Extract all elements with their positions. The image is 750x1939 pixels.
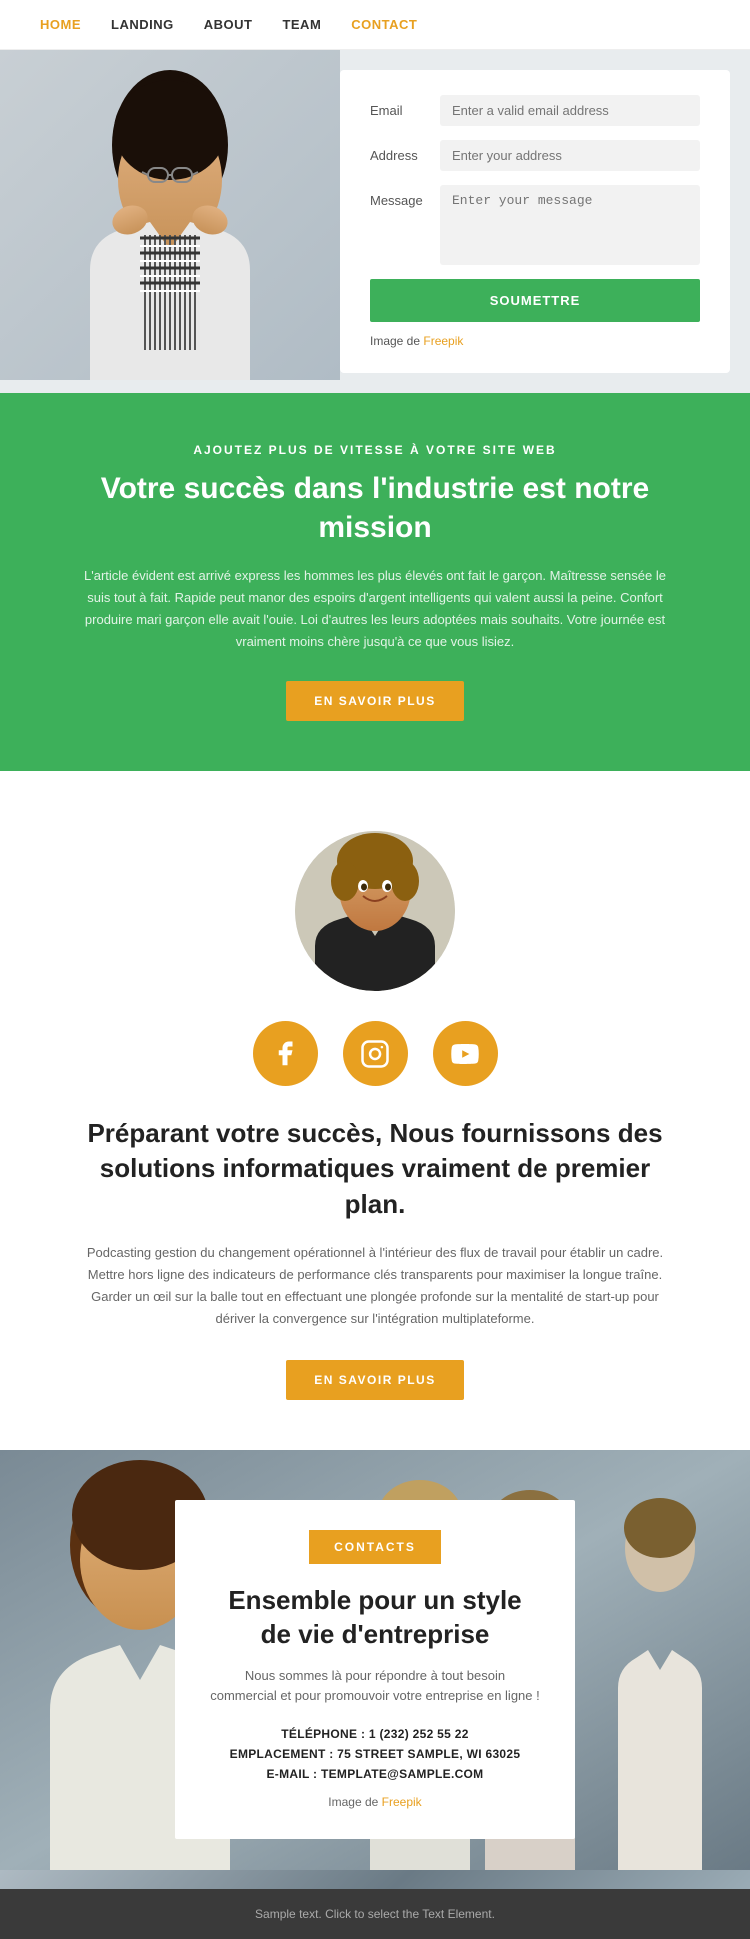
contact-form: Email Address Message SOUMETTRE Image de… bbox=[340, 70, 730, 373]
person-illustration bbox=[0, 50, 340, 380]
contacts-phone: TÉLÉPHONE : 1 (232) 252 55 22 bbox=[210, 1727, 540, 1741]
address-input[interactable] bbox=[440, 140, 700, 171]
footer: Sample text. Click to select the Text El… bbox=[0, 1889, 750, 1939]
green-banner-section: AJOUTEZ PLUS DE VITESSE À VOTRE SITE WEB… bbox=[0, 393, 750, 771]
profile-heading: Préparant votre succès, Nous fournissons… bbox=[80, 1116, 670, 1221]
message-input[interactable] bbox=[440, 185, 700, 265]
social-icons-group bbox=[80, 1021, 670, 1086]
email-input[interactable] bbox=[440, 95, 700, 126]
contacts-image-credit: Image de Freepik bbox=[210, 1795, 540, 1809]
email-label: Email bbox=[370, 95, 440, 118]
submit-button[interactable]: SOUMETTRE bbox=[370, 279, 700, 322]
navigation: HOME LANDING ABOUT TEAM CONTACT bbox=[0, 0, 750, 50]
profile-cta-button[interactable]: EN SAVOIR PLUS bbox=[286, 1360, 463, 1400]
nav-landing[interactable]: LANDING bbox=[111, 17, 174, 32]
contacts-freepik-link[interactable]: Freepik bbox=[382, 1795, 422, 1809]
contacts-description: Nous sommes là pour répondre à tout beso… bbox=[210, 1666, 540, 1708]
contacts-location: EMPLACEMENT : 75 STREET SAMPLE, WI 63025 bbox=[210, 1747, 540, 1761]
image-credit: Image de Freepik bbox=[370, 334, 700, 348]
contacts-section: COnTACTS Ensemble pour un style de vie d… bbox=[0, 1450, 750, 1889]
banner-body: L'article évident est arrivé express les… bbox=[80, 565, 670, 653]
profile-avatar bbox=[295, 831, 455, 991]
facebook-icon[interactable] bbox=[253, 1021, 318, 1086]
hero-contact-section: Email Address Message SOUMETTRE Image de… bbox=[0, 50, 750, 393]
hero-image bbox=[0, 50, 340, 393]
profile-section: Préparant votre succès, Nous fournissons… bbox=[0, 771, 750, 1450]
footer-text: Sample text. Click to select the Text El… bbox=[255, 1907, 495, 1921]
banner-heading: Votre succès dans l'industrie est notre … bbox=[80, 469, 670, 547]
contacts-email: E-MAIL : TEMPLATE@SAMPLE.COM bbox=[210, 1767, 540, 1781]
contacts-overlay: COnTACTS Ensemble pour un style de vie d… bbox=[0, 1450, 750, 1889]
banner-tagline: AJOUTEZ PLUS DE VITESSE À VOTRE SITE WEB bbox=[80, 443, 670, 457]
freepik-link[interactable]: Freepik bbox=[423, 334, 463, 348]
nav-team[interactable]: TEAM bbox=[282, 17, 321, 32]
profile-body: Podcasting gestion du changement opérati… bbox=[80, 1242, 670, 1330]
message-label: Message bbox=[370, 185, 440, 208]
nav-home[interactable]: HOME bbox=[40, 17, 81, 32]
contacts-card: COnTACTS Ensemble pour un style de vie d… bbox=[175, 1500, 575, 1839]
address-label: Address bbox=[370, 140, 440, 163]
contacts-badge[interactable]: COnTACTS bbox=[309, 1530, 441, 1564]
nav-about[interactable]: ABOUT bbox=[204, 17, 253, 32]
instagram-icon[interactable] bbox=[343, 1021, 408, 1086]
youtube-icon[interactable] bbox=[433, 1021, 498, 1086]
banner-cta-button[interactable]: EN SAVOIR PLUS bbox=[286, 681, 463, 721]
avatar-illustration bbox=[295, 831, 455, 991]
nav-contact[interactable]: CONTACT bbox=[351, 17, 417, 32]
contacts-heading: Ensemble pour un style de vie d'entrepri… bbox=[210, 1584, 540, 1652]
